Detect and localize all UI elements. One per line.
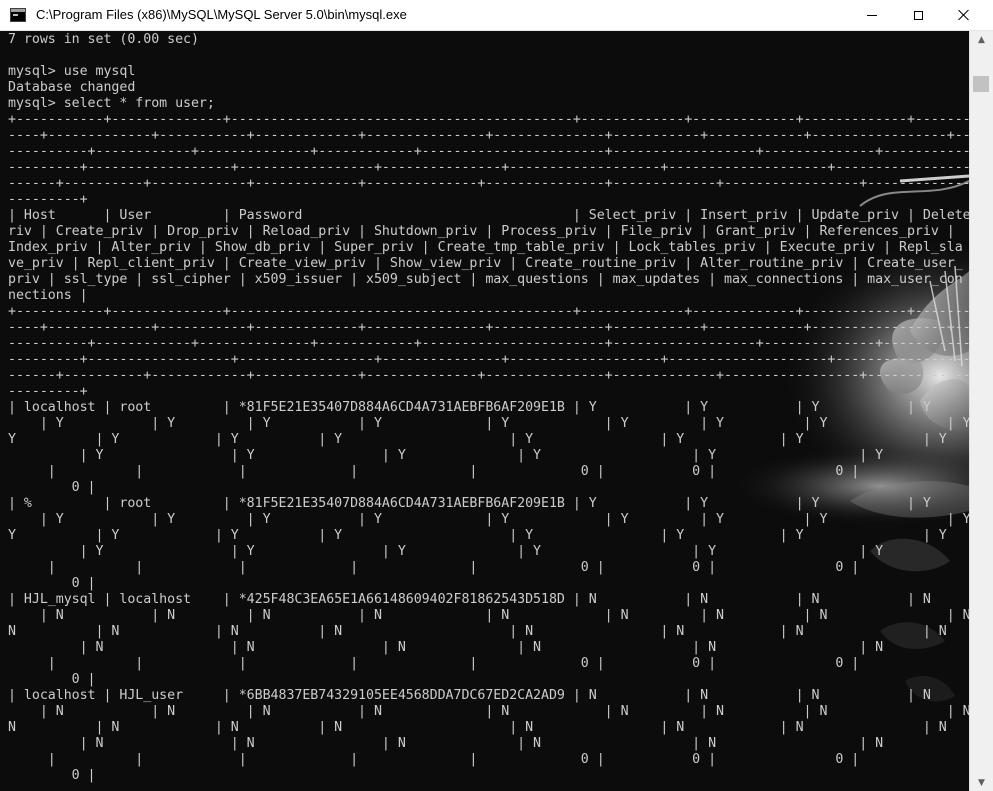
- console-line: ------+----------+------------+---------…: [8, 176, 969, 191]
- console-line: ----+-------------+-----------+---------…: [8, 128, 969, 143]
- console-line: | Y | Y | Y | Y | Y | Y | Y | Y | Y |: [8, 416, 969, 431]
- console-app-icon[interactable]: [10, 8, 26, 22]
- console-line: | Y | Y | Y | Y | Y | Y: [8, 448, 884, 463]
- console-line: | N | N | N | N | N | N: [8, 736, 884, 751]
- console-line: riv | Create_priv | Drop_priv | Reload_p…: [8, 224, 955, 239]
- scroll-up-arrow-icon: ▲: [978, 34, 985, 45]
- console-line: Y | Y | Y | Y | Y | Y | Y | Y: [8, 432, 947, 447]
- console-line: | Host | User | Password | Select_priv |…: [8, 208, 969, 223]
- console-line: ---------+------------------+-----------…: [8, 352, 969, 367]
- minimize-icon: [867, 14, 877, 16]
- console-line: ----------+------------+--------------+-…: [8, 336, 969, 351]
- vertical-scrollbar[interactable]: ▲ ▼: [969, 31, 993, 791]
- console-line: ----------+------------+--------------+-…: [8, 144, 969, 159]
- console-line: | N | N | N | N | N | N: [8, 640, 884, 655]
- console-line: | | | | | 0 | 0 | 0 |: [8, 560, 860, 575]
- console-line: | localhost | HJL_user | *6BB4837EB74329…: [8, 688, 931, 703]
- console-line: nections |: [8, 288, 88, 303]
- console-line: | N | N | N | N | N | N | N | N | N |: [8, 608, 969, 623]
- scroll-down-arrow-icon: ▼: [978, 777, 985, 788]
- console-line: ve_priv | Repl_client_priv | Create_view…: [8, 256, 963, 271]
- console-line: ---------+------------------+-----------…: [8, 160, 969, 175]
- title-bar[interactable]: C:\Program Files (x86)\MySQL\MySQL Serve…: [0, 0, 993, 31]
- window-title: C:\Program Files (x86)\MySQL\MySQL Serve…: [36, 7, 407, 22]
- console-line: N | N | N | N | N | N | N | N: [8, 624, 947, 639]
- console-line: | N | N | N | N | N | N | N | N | N |: [8, 704, 969, 719]
- console-output-area[interactable]: 7 rows in set (0.00 sec) mysql> use mysq…: [0, 31, 969, 791]
- maximize-icon: [913, 10, 923, 20]
- console-line: mysql> select * from user;: [8, 96, 215, 111]
- console-line: 0 |: [8, 480, 96, 495]
- console-line: ------+----------+------------+---------…: [8, 368, 969, 383]
- console-line: mysql> use mysql: [8, 64, 136, 79]
- close-icon: [958, 9, 970, 21]
- console-line: | localhost | root | *81F5E21E35407D884A…: [8, 400, 931, 415]
- console-line: Database changed: [8, 80, 136, 95]
- console-line: +-----------+--------------+------------…: [8, 112, 969, 127]
- console-line: +-----------+--------------+------------…: [8, 304, 969, 319]
- console-line: | Y | Y | Y | Y | Y | Y: [8, 544, 884, 559]
- console-line: | Y | Y | Y | Y | Y | Y | Y | Y | Y |: [8, 512, 969, 527]
- console-line: | HJL_mysql | localhost | *425F48C3EA65E…: [8, 592, 931, 607]
- console-line: | | | | | 0 | 0 | 0 |: [8, 464, 860, 479]
- console-line: Index_priv | Alter_priv | Show_db_priv |…: [8, 240, 963, 255]
- console-line: | | | | | 0 | 0 | 0 |: [8, 656, 860, 671]
- minimize-button[interactable]: [849, 0, 895, 30]
- console-line: ---------+: [8, 384, 88, 399]
- maximize-button[interactable]: [895, 0, 941, 30]
- console-line: ---------+: [8, 192, 88, 207]
- close-button[interactable]: [941, 0, 987, 30]
- console-line: 0 |: [8, 768, 96, 783]
- console-line: 0 |: [8, 672, 96, 687]
- console-line: 7 rows in set (0.00 sec): [8, 32, 199, 47]
- console-line: ----+-------------+-----------+---------…: [8, 320, 969, 335]
- scroll-up-button[interactable]: ▲: [970, 31, 993, 48]
- console-line: | % | root | *81F5E21E35407D884A6CD4A731…: [8, 496, 931, 511]
- console-line: N | N | N | N | N | N | N | N: [8, 720, 947, 735]
- console-line: Y | Y | Y | Y | Y | Y | Y | Y: [8, 528, 947, 543]
- console-text: 7 rows in set (0.00 sec) mysql> use mysq…: [8, 32, 969, 784]
- scroll-thumb[interactable]: [973, 76, 989, 92]
- console-line: | | | | | 0 | 0 | 0 |: [8, 752, 860, 767]
- scroll-down-button[interactable]: ▼: [970, 774, 993, 791]
- console-line: priv | ssl_type | ssl_cipher | x509_issu…: [8, 272, 963, 287]
- console-window: C:\Program Files (x86)\MySQL\MySQL Serve…: [0, 0, 993, 791]
- console-line: 0 |: [8, 576, 96, 591]
